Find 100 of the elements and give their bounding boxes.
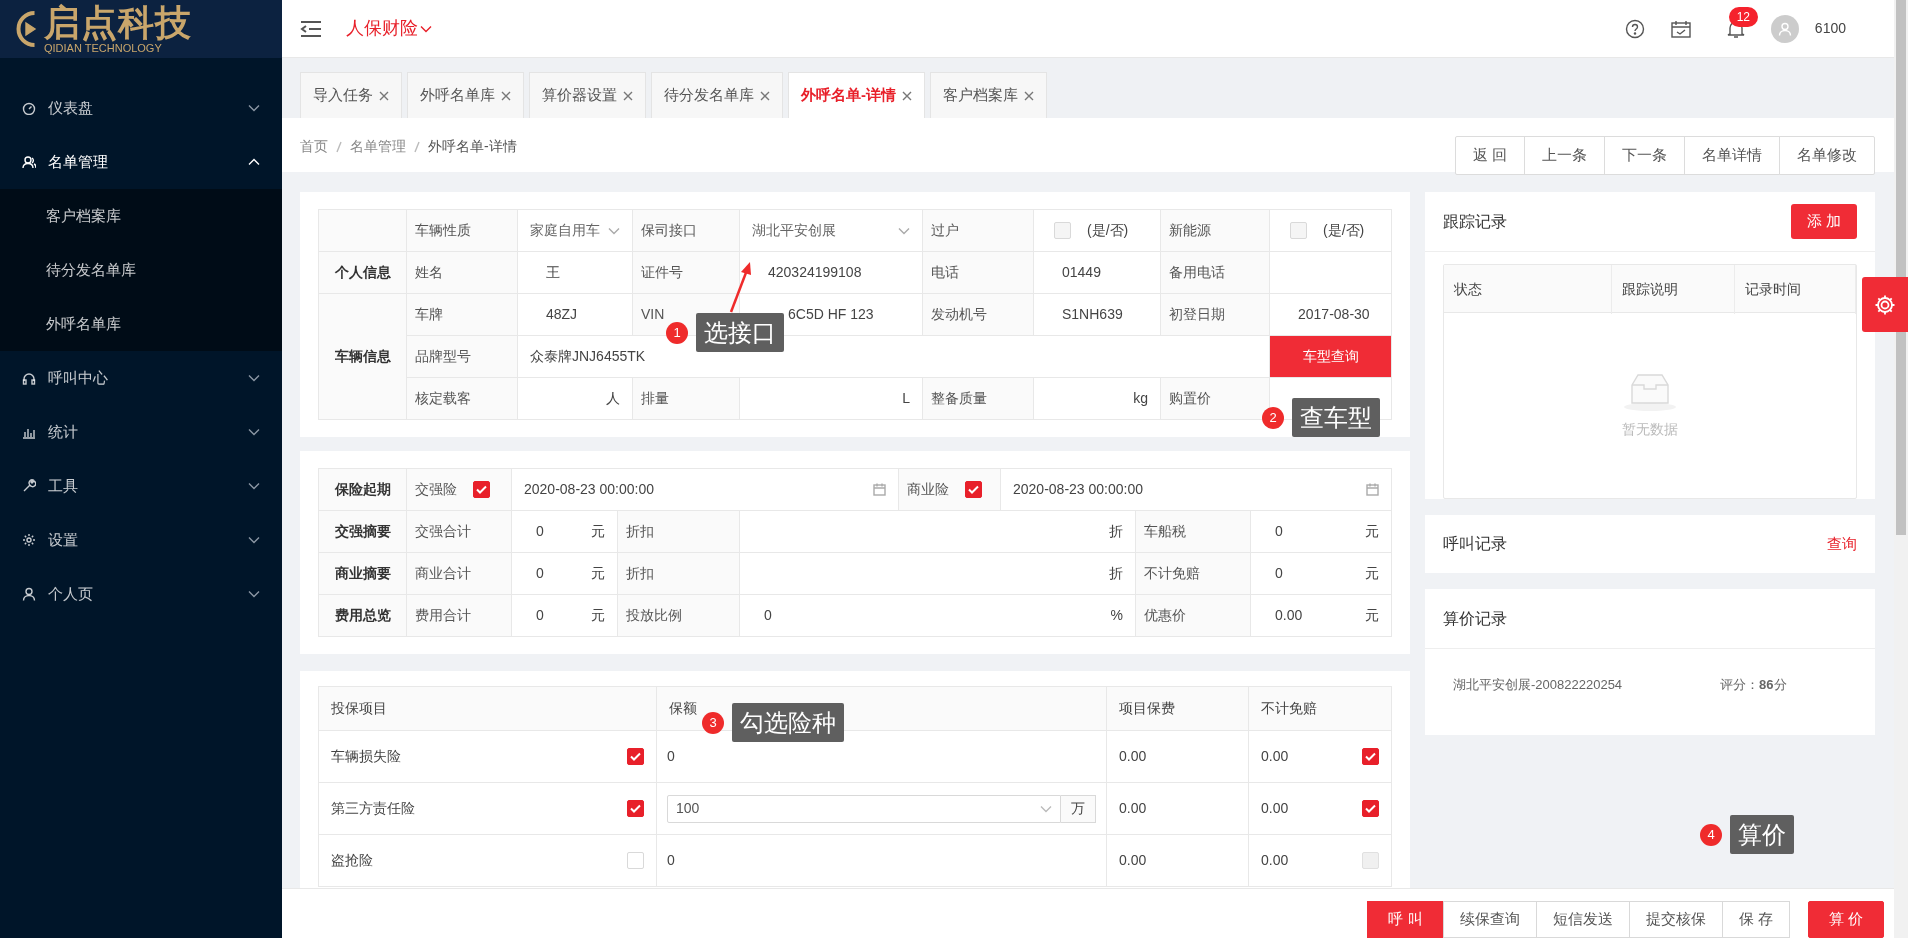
checkbox[interactable]: [473, 481, 490, 498]
field-label: 商业合计: [415, 565, 471, 581]
chevron-down-icon: [1040, 804, 1052, 813]
chevron-down-icon: [248, 374, 260, 382]
breadcrumb-link[interactable]: 首页: [300, 136, 328, 157]
dropdown[interactable]: 100: [667, 794, 1061, 823]
menu-item[interactable]: 工具: [0, 459, 282, 513]
company-dropdown[interactable]: 人保财险: [346, 15, 432, 42]
scrollbar[interactable]: [1894, 0, 1908, 938]
add-button[interactable]: 添 加: [1790, 204, 1857, 239]
field-label: 不计免赔: [1144, 565, 1200, 581]
menu-item[interactable]: 仪表盘: [0, 81, 282, 135]
chevron-down-icon: [248, 104, 260, 112]
menu-item[interactable]: 个人页: [0, 567, 282, 621]
submenu-item[interactable]: 客户档案库: [0, 189, 282, 243]
action-button[interactable]: 保 存: [1721, 901, 1790, 938]
close-icon: [1024, 90, 1034, 101]
submenu-item[interactable]: 待分发名单库: [0, 243, 282, 297]
chevron-down-icon: [898, 226, 910, 235]
breadcrumb-link[interactable]: 名单管理: [350, 136, 406, 157]
logo-subtitle: QIDIAN TECHNOLOGY: [44, 42, 163, 54]
gauge-icon: [22, 101, 36, 115]
person-icon: [1777, 21, 1792, 36]
logo-text: 启点科技: [44, 4, 192, 41]
field-value: 王: [546, 264, 560, 280]
unit-label: kg: [1133, 390, 1148, 406]
section-label: 商业摘要: [334, 565, 391, 581]
separator-icon: [336, 140, 342, 153]
checkbox[interactable]: [627, 748, 644, 765]
field-label: 新能源: [1169, 222, 1211, 238]
field-value: 0: [764, 606, 772, 625]
section-label: 交强摘要: [334, 523, 391, 539]
section-label: 个人信息: [334, 264, 391, 280]
toolbar-button[interactable]: 上一条: [1524, 136, 1605, 175]
search-model-button[interactable]: 车型查询: [1270, 336, 1391, 377]
toolbar-button[interactable]: 返 回: [1454, 136, 1525, 175]
pointer-arrow: [728, 261, 754, 313]
submenu-item[interactable]: 外呼名单库: [0, 297, 282, 351]
field-label: 保司接口: [641, 222, 697, 238]
step-number: 4: [1700, 823, 1722, 846]
calculate-button[interactable]: 算 价: [1807, 901, 1884, 938]
field-value: 众泰牌JNJ6455TK: [530, 348, 646, 364]
toolbar-button[interactable]: 名单修改: [1779, 136, 1875, 175]
field-label: 整备质量: [931, 390, 987, 406]
call-button[interactable]: 呼 叫: [1367, 901, 1444, 938]
tab[interactable]: 待分发名单库: [651, 72, 783, 118]
checkbox-label: (是/否): [1087, 221, 1129, 240]
settings-button[interactable]: [1862, 277, 1908, 332]
field-value: 0: [667, 748, 675, 764]
record-name[interactable]: 湖北平安创展-200822220254: [1453, 675, 1623, 695]
tab[interactable]: 客户档案库: [930, 72, 1047, 118]
tab[interactable]: 导入任务: [300, 72, 402, 118]
tab[interactable]: 外呼名单库: [407, 72, 524, 118]
unit-label: %: [1110, 606, 1123, 625]
field-label: 投放比例: [626, 607, 682, 623]
tab[interactable]: 算价器设置: [529, 72, 646, 118]
field-value: 2017-08-30: [1298, 306, 1370, 322]
field-label: 备用电话: [1169, 264, 1225, 280]
checkbox[interactable]: [1362, 800, 1379, 817]
column-header: 项目保费: [1119, 700, 1175, 716]
score-text: 评分：86分: [1720, 676, 1787, 694]
checkbox[interactable]: [627, 800, 644, 817]
menu-item[interactable]: 名单管理: [0, 135, 282, 189]
column-header: 投保项目: [331, 700, 387, 716]
field-label: 折扣: [626, 523, 654, 539]
field-value: 0.00: [1261, 747, 1289, 766]
chevron-down-icon: [420, 24, 432, 33]
action-button[interactable]: 续保查询: [1442, 901, 1537, 938]
action-button[interactable]: 提交核保: [1628, 901, 1723, 938]
unit-label: L: [902, 390, 910, 406]
field-value: 420324199108: [768, 264, 862, 280]
toolbar-button[interactable]: 下一条: [1604, 136, 1685, 175]
field-label: 发动机号: [931, 306, 987, 322]
settings-icon: [1874, 293, 1896, 316]
menu-item[interactable]: 呼叫中心: [0, 351, 282, 405]
user-name[interactable]: 6100: [1814, 18, 1846, 39]
chevron-down-icon: [608, 226, 620, 235]
card-title: 跟踪记录: [1443, 211, 1507, 232]
settings-icon: [22, 533, 36, 547]
field-label: 初登日期: [1169, 306, 1225, 322]
tab[interactable]: 外呼名单-详情: [788, 72, 925, 118]
action-button[interactable]: 短信发送: [1535, 901, 1630, 938]
wrench-icon: [22, 479, 36, 493]
field-value: 0.00: [1119, 800, 1147, 816]
field-value: 0.00: [1119, 748, 1147, 764]
checkbox[interactable]: [1362, 748, 1379, 765]
unit-addon: 万: [1061, 794, 1096, 823]
calendar-icon: [873, 483, 886, 496]
field-value: 0: [536, 522, 544, 541]
chevron-down-icon: [248, 536, 260, 544]
close-icon: [501, 90, 511, 101]
query-link[interactable]: 查询: [1827, 532, 1857, 556]
menu-item[interactable]: 统计: [0, 405, 282, 459]
field-label: 电话: [931, 264, 959, 280]
field-value: S1NH639: [1062, 306, 1123, 322]
checkbox[interactable]: [965, 481, 982, 498]
section-label: 费用总览: [334, 607, 391, 623]
column-header: 状态: [1444, 265, 1612, 314]
menu-item[interactable]: 设置: [0, 513, 282, 567]
toolbar-button[interactable]: 名单详情: [1684, 136, 1780, 175]
